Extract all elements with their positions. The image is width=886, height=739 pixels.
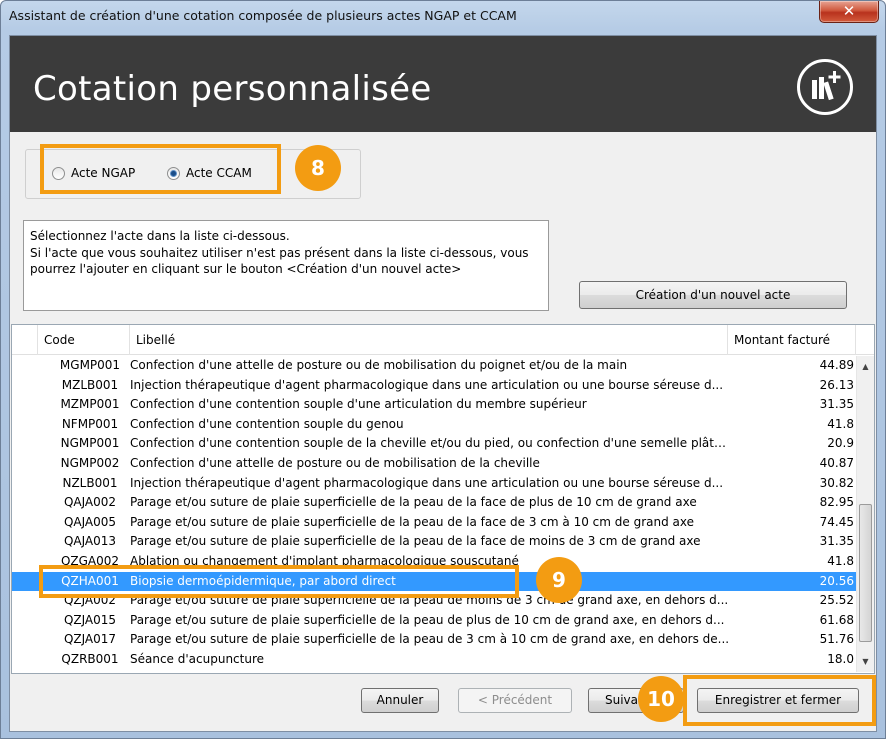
scroll-up-icon[interactable]: ▲ (857, 358, 874, 375)
cell-code: MZLB001 (61, 377, 119, 392)
cell-libelle: Parage et/ou suture de plaie superficiel… (130, 612, 725, 627)
table-row[interactable]: NGMP001 Confection d'une contention soupl… (12, 434, 856, 454)
cell-montant: 20.56 (819, 573, 854, 588)
table-scrollbar[interactable]: ▲ ▼ (856, 356, 874, 672)
cell-code: NGMP002 (60, 455, 120, 470)
cell-code: MZMP001 (60, 397, 120, 412)
cell-libelle: Parage et/ou suture de plaie superficiel… (130, 534, 701, 549)
cell-libelle: Parage et/ou suture de plaie superficiel… (130, 632, 730, 647)
table-row[interactable]: QAJA013 Parage et/ou suture de plaie supe… (12, 532, 856, 552)
cell-libelle: Confection d'une contention souple d'une… (130, 397, 587, 412)
step-badge-8: 8 (295, 145, 341, 191)
column-header-code[interactable]: Code (38, 325, 130, 355)
cell-montant: 40.87 (819, 455, 854, 470)
cell-code: MGMP001 (59, 358, 121, 372)
column-header-libelle[interactable]: Libellé (130, 325, 728, 355)
header-banner: Cotation personnalisée (10, 36, 876, 132)
cell-code: QZJA017 (63, 632, 117, 647)
cell-code: QZJA015 (63, 612, 117, 627)
table-row[interactable]: NFMP001 Confection d'une contention soupl… (12, 415, 856, 435)
cell-montant: 74.45 (819, 514, 854, 529)
book-add-icon (797, 59, 853, 115)
cell-montant: 31.35 (819, 397, 854, 412)
table-row[interactable]: MZMP001 Confection d'une contention soupl… (12, 395, 856, 415)
table-row[interactable]: NZLB001 Injection thérapeutique d'agent p… (12, 474, 856, 494)
cell-code: QZRB001 (61, 651, 119, 666)
cell-code: NFMP001 (61, 416, 119, 431)
window-title: Assistant de création d'une cotation com… (9, 8, 517, 23)
cell-libelle: Injection thérapeutique d'agent pharmaco… (130, 377, 724, 392)
cell-libelle: Confection d'une contention souple du ge… (130, 416, 404, 431)
cell-montant: 20.9 (827, 436, 854, 451)
table-row[interactable]: QZJA015 Parage et/ou suture de plaie supe… (12, 611, 856, 631)
title-bar[interactable]: Assistant de création d'une cotation com… (1, 1, 885, 33)
cell-code: QAJA002 (63, 495, 117, 510)
column-header-montant[interactable]: Montant facturé (728, 325, 856, 355)
cell-code: NGMP001 (60, 436, 120, 451)
cell-montant: 26.13 (819, 377, 854, 392)
cell-montant: 30.82 (819, 475, 854, 490)
instructions-line-3: pourrez l'ajouter en cliquant sur le bou… (30, 262, 462, 276)
cell-libelle: Séance d'acupuncture (130, 651, 265, 666)
cancel-button[interactable]: Annuler (361, 688, 439, 713)
close-icon: ✕ (842, 2, 856, 20)
cell-montant: 44.89 (819, 358, 854, 372)
table-row[interactable]: NGMP002 Confection d'une attelle de postu… (12, 454, 856, 474)
cell-libelle: Confection d'une attelle de posture ou d… (130, 358, 628, 372)
dialog-client: Cotation personnalisée Acte NGAP Acte CC… (9, 35, 877, 732)
cell-libelle: Confection d'une contention souple de la… (130, 436, 730, 451)
cell-code: QAJA013 (63, 534, 117, 549)
instructions-line-2: Si l'acte que vous souhaitez utiliser n'… (30, 245, 529, 260)
cell-code: QAJA005 (63, 514, 117, 529)
table-row[interactable]: QAJA002 Parage et/ou suture de plaie supe… (12, 493, 856, 513)
cell-montant: 18.0 (827, 651, 854, 666)
cell-montant: 61.68 (819, 612, 854, 627)
cell-montant: 41.8 (827, 553, 854, 568)
cell-libelle: Parage et/ou suture de plaie superficiel… (130, 514, 694, 529)
instructions-line-1: Sélectionnez l'acte dans la liste ci-des… (30, 229, 290, 243)
cell-montant: 82.95 (819, 495, 854, 510)
window-frame: Assistant de création d'une cotation com… (0, 0, 886, 739)
table-body: MGMP001 Confection d'une attelle de postu… (12, 356, 856, 672)
previous-button[interactable]: < Précédent (458, 688, 572, 713)
close-button[interactable]: ✕ (819, 1, 879, 23)
cell-code: NZLB001 (62, 475, 118, 490)
cell-libelle: Confection d'une attelle de posture ou d… (130, 455, 540, 470)
table-header: Code Libellé Montant facturé (12, 325, 874, 355)
table-row[interactable]: MZLB001 Injection thérapeutique d'agent p… (12, 376, 856, 396)
step-badge-10: 10 (638, 676, 684, 722)
cell-montant: 25.52 (819, 593, 854, 608)
table-row[interactable]: QAJA005 Parage et/ou suture de plaie supe… (12, 513, 856, 533)
highlight-selected-row (39, 565, 519, 598)
instructions-text: Sélectionnez l'acte dans la liste ci-des… (23, 220, 549, 311)
highlight-radio-group (40, 144, 281, 194)
scroll-thumb[interactable] (859, 504, 872, 642)
cell-montant: 41.8 (827, 416, 854, 431)
cell-montant: 51.76 (819, 632, 854, 647)
step-badge-9: 9 (536, 557, 582, 603)
table-row[interactable]: QZRB001 Séance d'acupuncture 18.0 (12, 650, 856, 670)
cell-libelle: Parage et/ou suture de plaie superficiel… (130, 495, 697, 510)
page-title: Cotation personnalisée (33, 69, 432, 109)
create-new-act-button[interactable]: Création d'un nouvel acte (579, 281, 847, 309)
cell-libelle: Injection thérapeutique d'agent pharmaco… (130, 475, 724, 490)
table-row[interactable]: QZJA017 Parage et/ou suture de plaie supe… (12, 630, 856, 650)
cell-montant: 31.35 (819, 534, 854, 549)
highlight-save-button (683, 675, 876, 726)
scroll-down-icon[interactable]: ▼ (857, 653, 874, 670)
table-row[interactable]: MGMP001 Confection d'une attelle de postu… (12, 356, 856, 376)
acts-table: Code Libellé Montant facturé MGMP001 Conf… (11, 324, 875, 674)
header-spacer (12, 325, 38, 355)
